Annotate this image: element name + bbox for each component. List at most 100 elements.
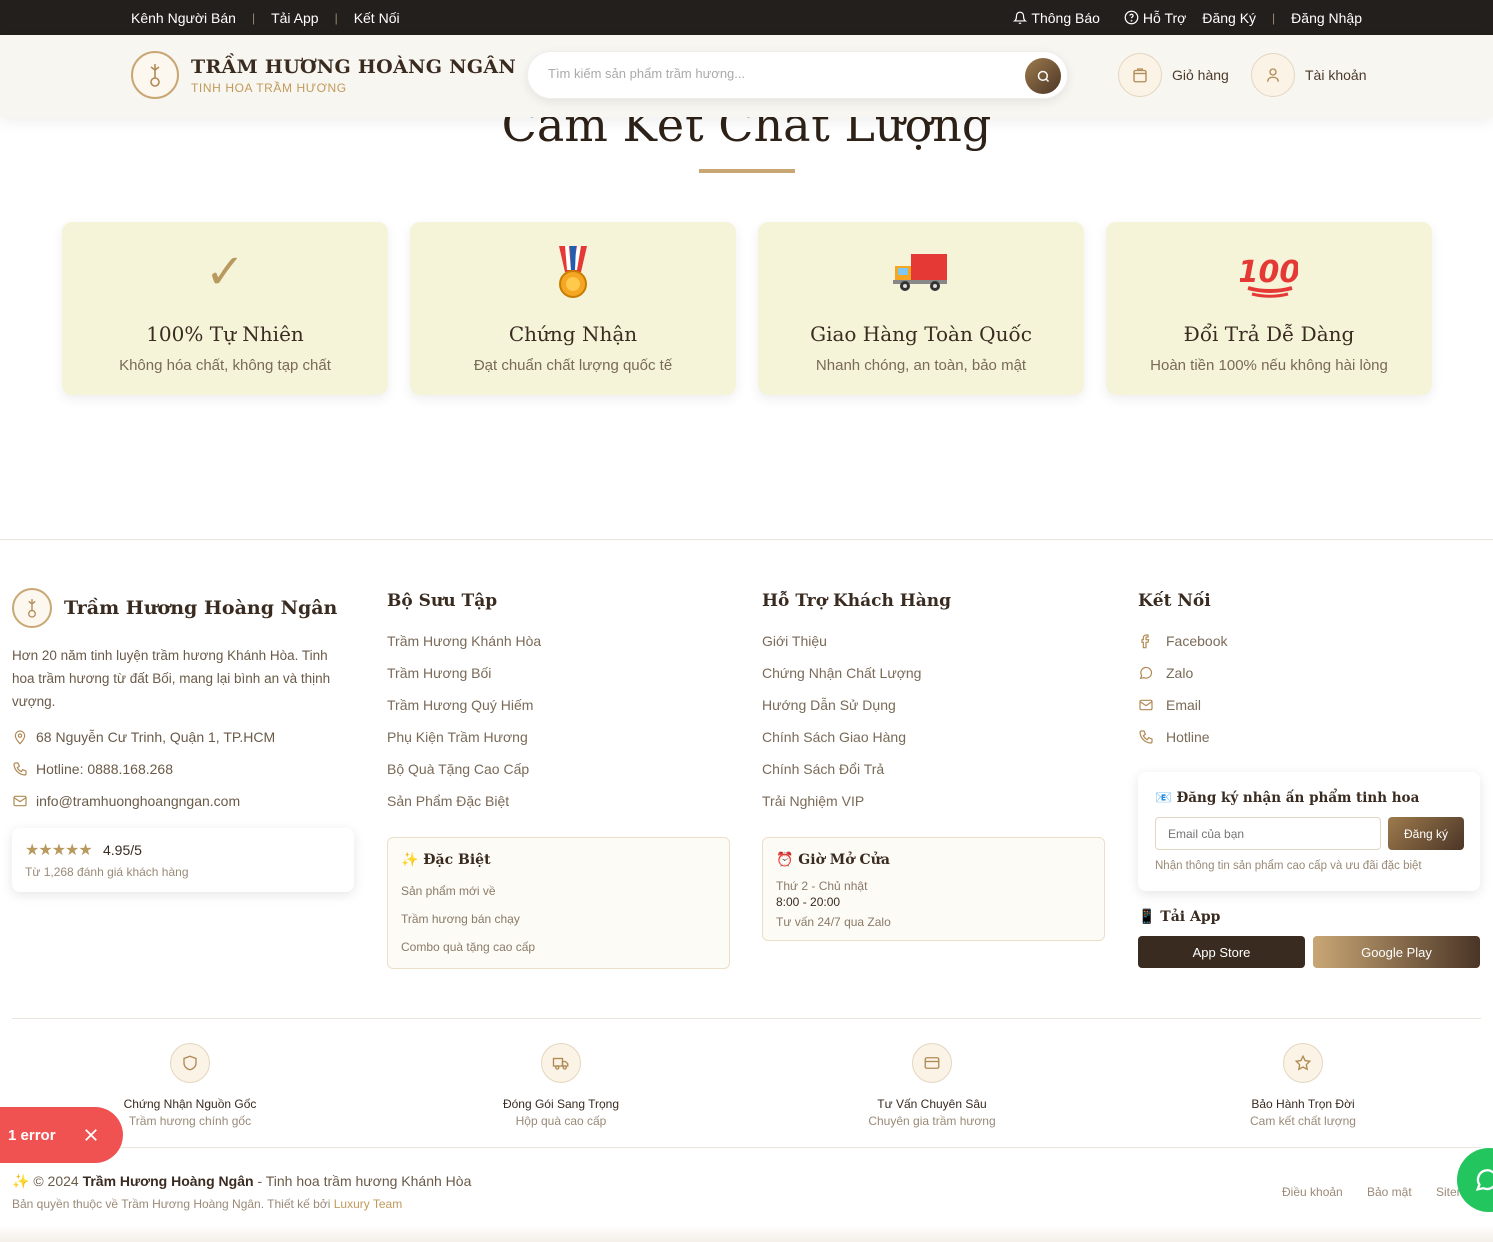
designer-link[interactable]: Luxury Team [334, 1197, 402, 1211]
feature-sub: Hộp quà cao cấp [515, 1114, 607, 1128]
hotline-text: Hotline: 0888.168.268 [36, 761, 173, 777]
commitment-card: Chứng Nhận Đạt chuẩn chất lượng quốc tế [410, 222, 736, 395]
user-icon [1251, 53, 1295, 97]
logo-emblem-icon [131, 51, 179, 99]
app-store-button[interactable]: App Store [1138, 936, 1305, 968]
facebook-link[interactable]: Facebook [1138, 633, 1227, 649]
collection-link[interactable]: Sản Phẩm Đặc Biệt [387, 793, 509, 809]
chat-bubble-icon [1139, 666, 1153, 680]
card-desc: Đạt chuẩn chất lượng quốc tế [473, 357, 673, 374]
hotline[interactable]: Hotline: 0888.168.268 [12, 761, 173, 777]
card-desc: Nhanh chóng, an toàn, bảo mật [815, 357, 1027, 374]
email-link[interactable]: Email [1138, 697, 1201, 713]
star-icon [1283, 1043, 1323, 1083]
copyright-brand: Trầm Hương Hoàng Ngân [82, 1173, 254, 1189]
collection-link[interactable]: Trầm Hương Quý Hiếm [387, 697, 533, 713]
search-input[interactable] [548, 66, 1008, 81]
help-link[interactable]: Hỗ Trợ [1124, 10, 1186, 26]
feature-title: Bảo Hành Trọn Đời [1251, 1097, 1355, 1111]
notifications-label: Thông Báo [1031, 9, 1100, 26]
terms-link[interactable]: Điều khoản [1282, 1185, 1343, 1199]
support-link[interactable]: Chính Sách Giao Hàng [762, 729, 906, 745]
close-icon[interactable] [82, 1126, 100, 1144]
support-link[interactable]: Chính Sách Đổi Trả [762, 761, 884, 777]
card-title: Đổi Trả Dễ Dàng [1183, 322, 1355, 346]
cart-icon [1118, 53, 1162, 97]
card-icon [912, 1043, 952, 1083]
special-link[interactable]: Sản phẩm mới về [401, 884, 496, 898]
copyright-suffix: - Tinh hoa trầm hương Khánh Hòa [253, 1173, 472, 1189]
google-play-button[interactable]: Google Play [1313, 936, 1480, 968]
truck-icon [541, 1043, 581, 1083]
hotline-link[interactable]: Hotline [1138, 729, 1210, 745]
checkmark-icon: ✓ [204, 246, 246, 299]
card-desc: Hoàn tiền 100% nếu không hài lòng [1150, 357, 1388, 374]
location-icon [14, 730, 26, 745]
address-text: 68 Nguyễn Cư Trinh, Quận 1, TP.HCM [36, 729, 276, 745]
special-box: ✨ Đặc Biệt Sản phẩm mới về Trầm hương bá… [387, 837, 730, 969]
collection-link[interactable]: Trầm Hương Khánh Hòa [387, 633, 541, 649]
feature-sub: Cam kết chất lượng [1250, 1114, 1356, 1128]
opening-hours-box: ⏰ Giờ Mở Cửa Thứ 2 - Chủ nhật 8:00 - 20:… [762, 837, 1105, 941]
commitment-card: Giao Hàng Toàn Quốc Nhanh chóng, an toàn… [758, 222, 1084, 395]
card-title: Chứng Nhận [508, 322, 638, 346]
error-toast[interactable]: 1 error [0, 1107, 123, 1163]
support-link[interactable]: Hướng Dẫn Sử Dụng [762, 697, 896, 713]
rights-text: Bản quyền thuộc về Trầm Hương Hoàng Ngân… [12, 1197, 402, 1211]
collection-link[interactable]: Trầm Hương Bối [387, 665, 491, 681]
page-bottom-edge [0, 1226, 1493, 1242]
chat-button[interactable] [1457, 1148, 1493, 1212]
hotline-label: Hotline [1166, 729, 1210, 745]
stars-icon: ★★★★★ [25, 842, 93, 859]
special-link[interactable]: Combo quà tặng cao cấp [401, 940, 535, 954]
privacy-link[interactable]: Bảo mật [1367, 1185, 1412, 1199]
address: 68 Nguyễn Cư Trinh, Quận 1, TP.HCM [12, 729, 275, 745]
feature-sub: Chuyên gia trầm hương [868, 1114, 996, 1128]
newsletter-heading: 📧 Đăng ký nhận ấn phẩm tinh hoa [1155, 790, 1420, 806]
newsletter-box: 📧 Đăng ký nhận ấn phẩm tinh hoa Đăng ký … [1138, 772, 1480, 891]
rating-score: 4.95/5 [103, 842, 142, 858]
login-link[interactable]: Đăng Nhập [1291, 10, 1362, 26]
footer-divider [12, 1018, 1481, 1019]
search-icon [1037, 70, 1049, 82]
account-button[interactable]: Tài khoản [1251, 53, 1366, 97]
special-link[interactable]: Trầm hương bán chạy [401, 912, 520, 926]
hundred-points-icon: 100 [1106, 242, 1432, 302]
site-header: TRẦM HƯƠNG HOÀNG NGÂN TINH HOA TRẦM HƯƠN… [0, 35, 1493, 117]
support-link[interactable]: Trải Nghiệm VIP [762, 793, 864, 809]
card-desc: Không hóa chất, không tạp chất [119, 357, 331, 374]
zalo-link[interactable]: Zalo [1138, 665, 1193, 681]
zalo-label: Zalo [1166, 665, 1194, 681]
collection-link[interactable]: Bộ Quà Tặng Cao Cấp [387, 761, 529, 777]
footer-brand: Trầm Hương Hoàng Ngân [12, 588, 337, 628]
help-label: Hỗ Trợ [1142, 9, 1187, 26]
register-link[interactable]: Đăng Ký [1202, 10, 1256, 26]
download-app-link[interactable]: Tải App [271, 10, 318, 26]
separator: | [334, 10, 338, 25]
app-heading: 📱 Tải App [1138, 909, 1221, 925]
feature-item: Đóng Gói Sang Trọng Hộp quà cao cấp [441, 1043, 681, 1128]
logo[interactable]: TRẦM HƯƠNG HOÀNG NGÂN TINH HOA TRẦM HƯƠN… [131, 51, 516, 99]
connect-link[interactable]: Kết Nối [354, 10, 400, 26]
card-title: Giao Hàng Toàn Quốc [810, 322, 1032, 346]
cart-button[interactable]: Giỏ hàng [1118, 53, 1229, 97]
feature-item: Bảo Hành Trọn Đời Cam kết chất lượng [1183, 1043, 1423, 1128]
email[interactable]: info@tramhuonghoangngan.com [12, 793, 240, 809]
email-text: info@tramhuonghoangngan.com [36, 793, 241, 809]
notifications-link[interactable]: Thông Báo [1013, 10, 1100, 26]
subscribe-button[interactable]: Đăng ký [1388, 817, 1464, 850]
mail-icon [13, 795, 27, 807]
collection-link[interactable]: Phụ Kiện Trầm Hương [387, 729, 528, 745]
support-link[interactable]: Giới Thiệu [762, 633, 827, 649]
search-button[interactable] [1025, 58, 1061, 94]
support-heading: Hỗ Trợ Khách Hàng [762, 591, 952, 611]
seller-channel-link[interactable]: Kênh Người Bán [131, 10, 236, 26]
newsletter-email-input[interactable] [1155, 817, 1381, 850]
commitment-card: 100 Đổi Trả Dễ Dàng Hoàn tiền 100% nếu k… [1106, 222, 1432, 395]
feature-title: Đóng Gói Sang Trọng [502, 1097, 620, 1111]
support-link[interactable]: Chứng Nhận Chất Lượng [762, 665, 921, 681]
phone-icon [13, 762, 27, 776]
bell-icon [1013, 11, 1028, 25]
medal-icon [410, 242, 736, 302]
footer-divider [0, 539, 1493, 540]
